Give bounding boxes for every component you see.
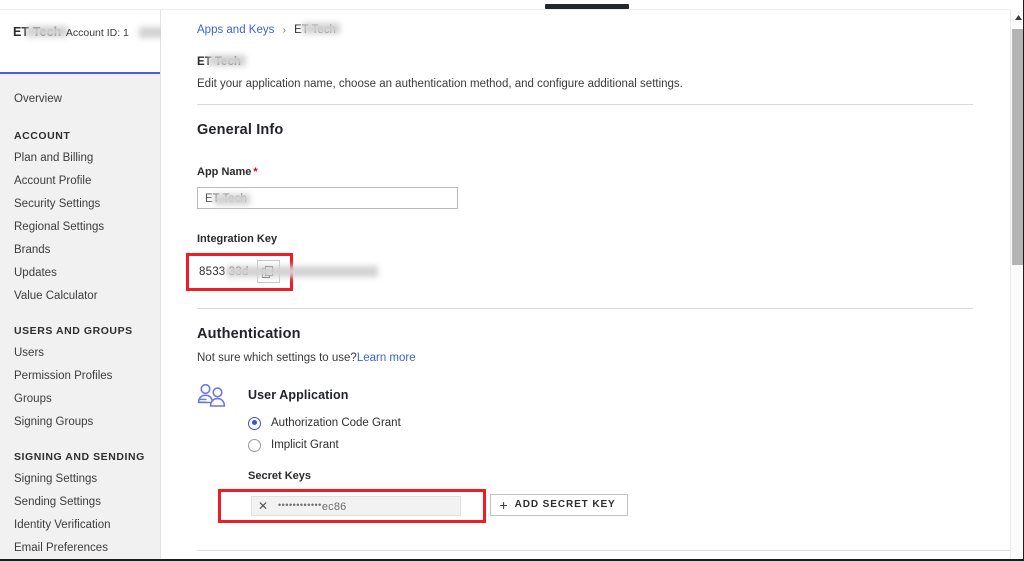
secret-keys-label: Secret Keys (248, 470, 311, 482)
authentication-heading: Authentication (197, 326, 301, 342)
sidebar-item-security-settings[interactable]: Security Settings (0, 193, 160, 216)
learn-more-link[interactable]: Learn more (357, 352, 416, 364)
sidebar-item-updates[interactable]: Updates (0, 262, 160, 285)
sidebar-item-groups[interactable]: Groups (0, 388, 160, 411)
sidebar-nav: Overview ACCOUNT Plan and Billing Accoun… (0, 74, 160, 561)
sidebar-group-signing-and-sending: SIGNING AND SENDING (14, 451, 145, 463)
tab-indicator[interactable] (545, 4, 629, 9)
integration-key-value-text: 8533 33d (199, 265, 249, 278)
sidebar-item-value-calculator[interactable]: Value Calculator (0, 285, 160, 308)
page-title-text: ET Tech (197, 56, 241, 68)
secret-key-mask: •••••••••••• (278, 500, 322, 510)
copy-integration-key-button[interactable] (256, 260, 280, 283)
app-name-value-text: ET Tech (205, 193, 247, 205)
user-application-block: User Application Authorization Code Gran… (197, 381, 1010, 523)
sidebar-item-overview[interactable]: Overview (0, 88, 160, 111)
integration-key-group: Integration Key 8533 33d (186, 233, 1010, 291)
sidebar-item-signing-groups[interactable]: Signing Groups (0, 411, 160, 434)
breadcrumb-current: ET Tech (294, 22, 341, 38)
sidebar-item-email-preferences[interactable]: Email Preferences (0, 537, 160, 560)
secret-key-value: ••••••••••••ec86 (278, 498, 346, 514)
sidebar-item-permission-profiles[interactable]: Permission Profiles (0, 365, 160, 388)
radio-authorization-code-grant-indicator[interactable] (248, 416, 261, 430)
sidebar-item-sending-settings[interactable]: Sending Settings (0, 491, 160, 514)
grant-type-radio-group: Authorization Code Grant Implicit Grant (248, 412, 628, 456)
plus-icon: + (499, 497, 508, 513)
radio-authorization-code-grant-label: Authorization Code Grant (271, 417, 401, 429)
authentication-help-label: Not sure which settings to use? (197, 352, 357, 364)
radio-implicit-grant[interactable]: Implicit Grant (248, 434, 628, 456)
breadcrumb-current-text: ET Tech (294, 24, 336, 36)
breadcrumb-separator-icon: › (282, 25, 286, 36)
account-name: ET Tech (13, 25, 68, 39)
page-title: ET Tech (197, 55, 246, 69)
radio-authorization-code-grant[interactable]: Authorization Code Grant (248, 412, 628, 434)
account-name-text: ET Tech (13, 25, 62, 39)
users-icon (197, 383, 226, 407)
vertical-scrollbar-track[interactable] (1010, 10, 1024, 561)
general-info-heading: General Info (197, 122, 284, 138)
radio-implicit-grant-label: Implicit Grant (271, 439, 339, 451)
content-bottom-divider (197, 550, 1010, 551)
sidebar-item-regional-settings[interactable]: Regional Settings (0, 216, 160, 239)
main-content: Apps and Keys › ET Tech ET Tech Edit you… (161, 10, 1010, 561)
app-name-field-group: App Name * ET Tech (197, 166, 1010, 209)
add-secret-key-label: ADD SECRET KEY (514, 499, 616, 510)
account-id-text: Account ID: 1 (65, 27, 129, 39)
radio-implicit-grant-indicator[interactable] (248, 438, 261, 452)
section-divider-authentication (197, 308, 973, 309)
sidebar-item-plan-and-billing[interactable]: Plan and Billing (0, 147, 160, 170)
sidebar-item-account-profile[interactable]: Account Profile (0, 170, 160, 193)
integration-key-highlight-box: 8533 33d (186, 253, 378, 291)
users-icon-wrap (197, 381, 233, 414)
app-name-label-text: App Name (197, 166, 252, 178)
user-application-details: User Application Authorization Code Gran… (218, 381, 628, 523)
breadcrumb-link-apps-and-keys[interactable]: Apps and Keys (197, 24, 274, 36)
copy-icon (262, 265, 274, 278)
sidebar-group-users-and-groups: USERS AND GROUPS (14, 325, 133, 337)
app-name-value: ET Tech (205, 189, 250, 209)
app-name-required-marker: * (253, 166, 258, 178)
user-application-title: User Application (248, 388, 349, 402)
page-description: Edit your application name, choose an au… (197, 78, 683, 90)
secret-keys-highlight-box: ✕ ••••••••••••ec86 (218, 489, 486, 523)
integration-key-redaction (226, 265, 378, 277)
sidebar: ET Tech Account ID: 1 Overview ACCOUNT P… (0, 10, 205, 561)
breadcrumb: Apps and Keys › ET Tech (197, 22, 1010, 38)
triangle-up-icon (1014, 14, 1022, 20)
sidebar-item-signing-settings[interactable]: Signing Settings (0, 468, 160, 491)
secret-key-suffix: ec86 (321, 501, 347, 513)
authentication-help-text: Not sure which settings to use?Learn mor… (197, 351, 1010, 365)
section-divider-top (197, 104, 973, 105)
account-id: Account ID: 1 (65, 27, 205, 39)
secret-keys-group: Secret Keys ✕ ••••••••••••ec86 + ADD SEC… (218, 470, 628, 523)
window-top-strip (0, 0, 1024, 10)
sidebar-item-identity-verification[interactable]: Identity Verification (0, 514, 160, 537)
app-window: ET Tech Account ID: 1 Overview ACCOUNT P… (0, 0, 1024, 561)
sidebar-item-brands[interactable]: Brands (0, 239, 160, 262)
sidebar-group-account: ACCOUNT (14, 130, 71, 142)
app-name-input[interactable]: ET Tech (197, 187, 458, 209)
secret-key-row[interactable]: ✕ ••••••••••••ec86 (251, 496, 461, 516)
app-name-label: App Name * (197, 166, 1010, 179)
sidebar-account-header: ET Tech Account ID: 1 (0, 10, 205, 72)
sidebar-item-users[interactable]: Users (0, 342, 160, 365)
integration-key-value: 8533 33d (199, 263, 378, 281)
integration-key-label: Integration Key (197, 233, 278, 245)
remove-secret-key-icon[interactable]: ✕ (258, 500, 271, 512)
add-secret-key-button[interactable]: + ADD SECRET KEY (490, 494, 628, 516)
